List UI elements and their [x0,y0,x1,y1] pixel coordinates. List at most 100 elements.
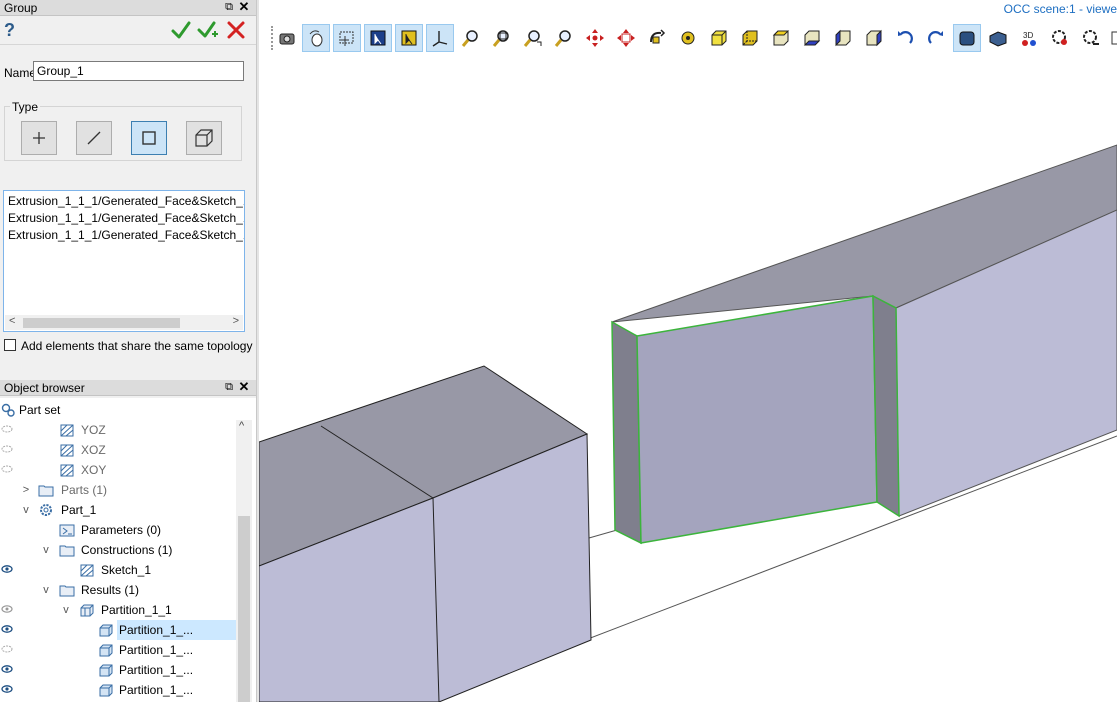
type-vertex-button[interactable] [21,121,57,155]
group-panel-title: Group [4,1,38,15]
cancel-icon [227,21,245,39]
eye-hidden-icon [1,645,13,653]
plane-icon [60,444,74,457]
share-topology-label: Add elements that share the same topolog… [21,339,253,353]
vertex-icon [33,132,45,144]
occ-viewer[interactable]: OCC scene:1 - viewe 3D [259,0,1117,702]
expand-arrow-icon[interactable]: > [20,480,32,500]
selected-side-face[interactable] [872,294,900,518]
folder-icon [59,585,75,597]
tree-label: Sketch_1 [101,563,152,577]
eye-partial-icon [1,605,13,613]
solid-icon [99,624,113,637]
tree-row-results[interactable]: v Results (1) [0,580,236,600]
tree-row-constructions[interactable]: v Constructions (1) [0,540,236,560]
eye-icon [1,625,13,633]
selected-face[interactable] [636,295,878,544]
object-browser-titlebar: Object browser ⧉ ✕ [0,380,256,396]
collapse-arrow-icon[interactable]: v [40,580,52,600]
face-icon [142,131,156,145]
tree-label: Parameters (0) [81,523,162,537]
eye-hidden-icon [1,465,13,473]
folder-icon [59,545,75,557]
float-icon[interactable]: ⧉ [222,380,236,394]
group-panel-titlebar: Group ⧉ ✕ [0,0,256,16]
close-icon[interactable]: ✕ [237,380,251,394]
eye-icon [1,565,13,573]
tree-label: Part_1 [61,503,97,517]
tree-label: Part set [19,403,61,417]
tree-label: Partition_1_... [119,683,194,697]
help-icon[interactable]: ? [4,20,15,41]
selection-list-item[interactable]: Extrusion_1_1_1/Generated_Face&Sketch_1/… [8,228,244,242]
tree-row-partition-child[interactable]: Partition_1_... [0,640,236,660]
scroll-up-icon[interactable]: ^ [239,420,244,432]
close-icon[interactable]: ✕ [237,0,251,14]
selection-list[interactable]: Extrusion_1_1_1/Generated_Face&Sketch_1/… [3,190,245,332]
type-label: Type [10,100,41,114]
type-solid-button[interactable] [186,121,222,155]
tree-row-parts[interactable]: > Parts (1) [0,480,236,500]
eye-icon [1,685,13,693]
type-face-button[interactable] [131,121,167,155]
edge-icon [87,131,101,145]
tree-label: Partition_1_... [119,643,194,657]
object-browser-title: Object browser [4,381,85,395]
tree-label: Results (1) [81,583,140,597]
apply-close-button[interactable] [170,19,192,41]
left-panel: Group ⧉ ✕ ? Name Type Extrusion_1_1_1/Ge… [0,0,256,702]
apply-button[interactable] [197,19,219,41]
tree-label: XOZ [81,443,106,457]
plane-icon [60,424,74,437]
solid-icon [195,129,213,147]
selection-list-item[interactable]: Extrusion_1_1_1/Generated_Face&Sketch_1/… [8,194,244,208]
object-tree: Part set YOZ XOZ XOY > Parts (1) v Part_… [0,398,256,702]
collapse-arrow-icon[interactable]: v [20,500,32,520]
tree-label: Partition_1_... [117,620,236,640]
folder-icon [38,485,54,497]
horizontal-scrollbar[interactable]: < > [5,315,243,330]
tree-label: YOZ [81,423,106,437]
check-icon [171,21,191,39]
tree-label: XOY [81,463,107,477]
collapse-arrow-icon[interactable]: v [40,540,52,560]
vertical-scrollbar[interactable]: ^ [236,420,252,702]
tree-label: Constructions (1) [81,543,173,557]
tree-row-partition-1-1[interactable]: v Partition_1_1 [0,600,236,620]
tree-row-xoy[interactable]: XOY [0,460,236,480]
share-topology-checkbox[interactable] [4,339,16,351]
solid-icon [99,644,113,657]
model-edge-line [588,529,618,539]
eye-hidden-icon [1,425,13,433]
tree-row-part-1[interactable]: v Part_1 [0,500,236,520]
tree-row-part-set[interactable]: Part set [0,400,236,420]
gear-icon [40,504,52,516]
check-plus-icon [197,21,218,38]
tree-row-parameters[interactable]: Parameters (0) [0,520,236,540]
cancel-button[interactable] [225,19,247,41]
tree-row-partition-child[interactable]: Partition_1_... [0,620,236,640]
sketch-icon [80,564,94,577]
tree-row-partition-child[interactable]: Partition_1_... [0,660,236,680]
tree-row-yoz[interactable]: YOZ [0,420,236,440]
compsolid-icon [80,604,94,617]
collapse-arrow-icon[interactable]: v [60,600,72,620]
type-edge-button[interactable] [76,121,112,155]
tree-label: Partition_1_... [119,663,194,677]
solid-icon [99,684,113,697]
float-icon[interactable]: ⧉ [222,0,236,14]
tree-row-partition-child[interactable]: Partition_1_... [0,680,236,700]
tree-row-sketch-1[interactable]: Sketch_1 [0,560,236,580]
tree-label: Parts (1) [61,483,108,497]
scroll-left-icon[interactable]: < [9,315,15,327]
name-label: Name [4,66,37,80]
part-set-icon [1,403,15,417]
scroll-right-icon[interactable]: > [233,315,239,327]
eye-hidden-icon [1,445,13,453]
scrollbar-thumb[interactable] [23,318,180,328]
selection-list-item[interactable]: Extrusion_1_1_1/Generated_Face&Sketch_1/… [8,211,244,225]
tree-row-xoz[interactable]: XOZ [0,440,236,460]
3d-scene[interactable] [259,0,1117,702]
name-input[interactable] [33,61,244,81]
scrollbar-thumb[interactable] [238,516,250,702]
